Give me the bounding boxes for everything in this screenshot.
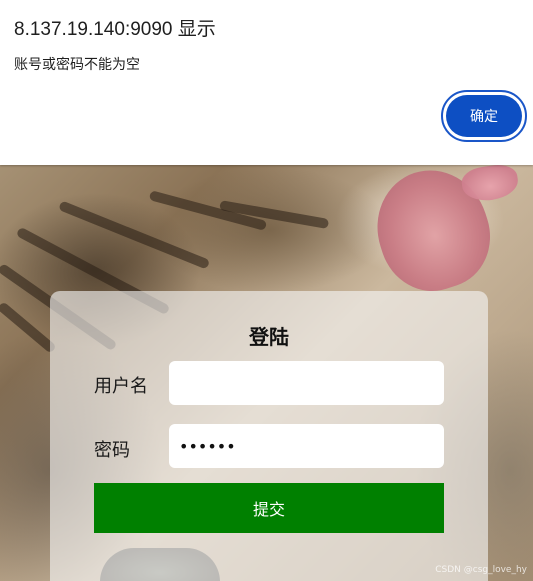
ok-button-label: 确定 [446,95,522,137]
password-label: 密码 [94,440,130,461]
page: 8.137.19.140:9090 显示 账号或密码不能为空 确定 登陆 用户名… [0,0,533,581]
password-input[interactable] [169,424,444,468]
alert-message: 账号或密码不能为空 [14,57,140,73]
ok-button[interactable]: 确定 [441,90,527,142]
alert-dialog: 8.137.19.140:9090 显示 账号或密码不能为空 确定 [0,0,533,165]
submit-button[interactable]: 提交 [94,483,444,533]
fur-stripe [0,301,57,354]
watermark: CSDN @csg_love_hy [435,565,527,575]
login-card: 登陆 用户名 密码 提交 [50,291,488,581]
username-label: 用户名 [94,376,148,397]
username-input[interactable] [169,361,444,405]
login-title: 登陆 [249,325,289,349]
alert-title: 8.137.19.140:9090 显示 [14,19,216,40]
